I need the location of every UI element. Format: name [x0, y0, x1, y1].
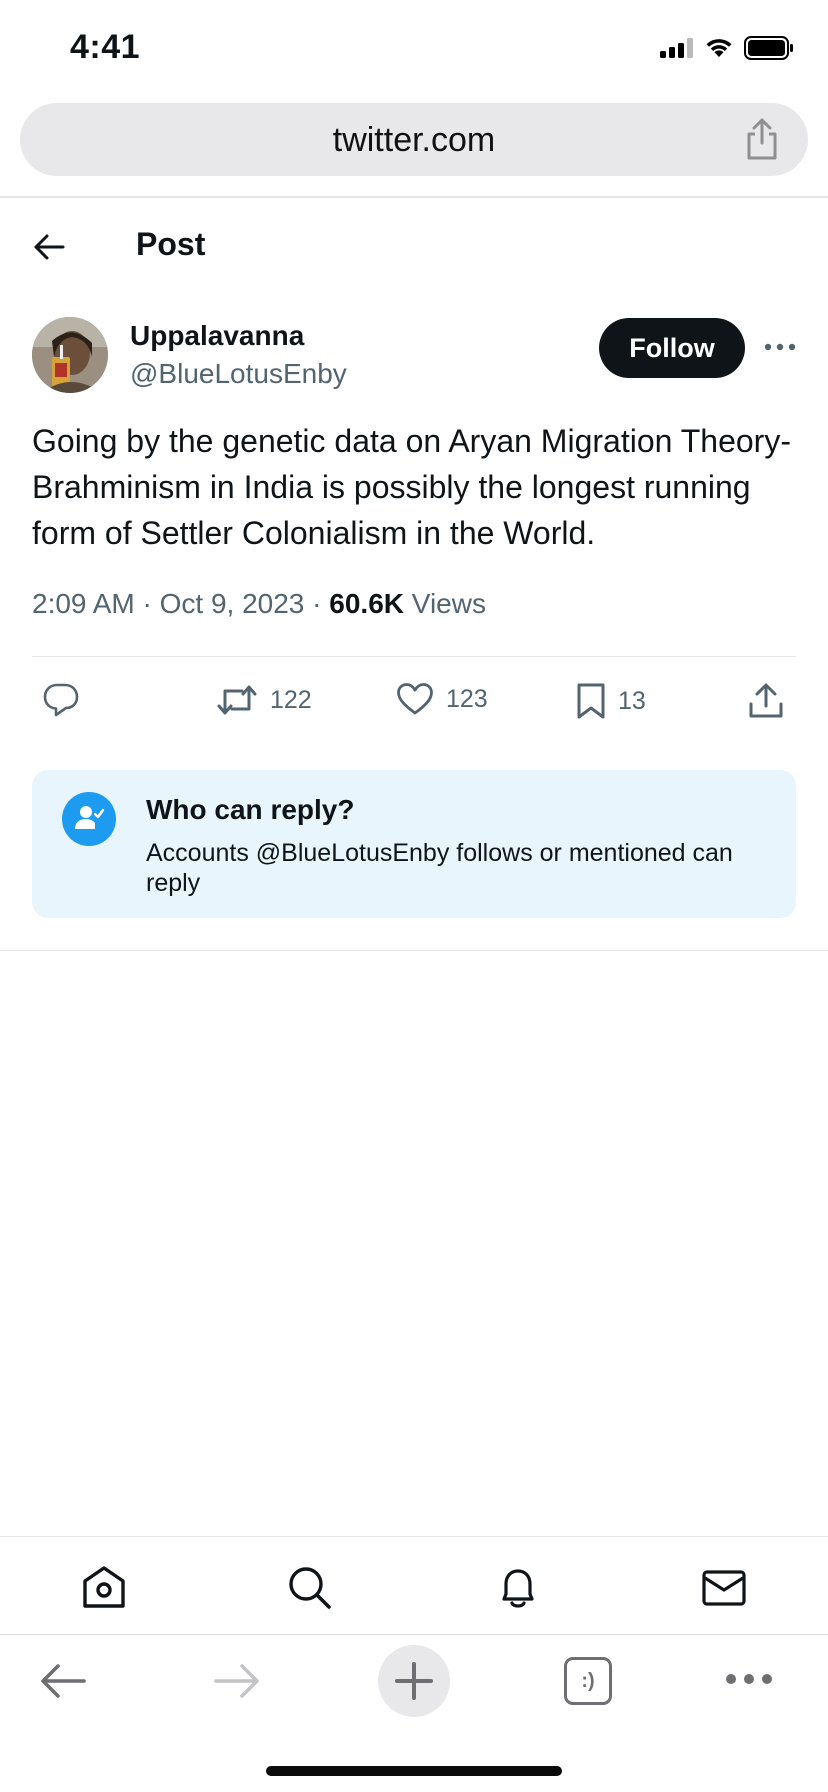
views-count: 60.6K — [329, 588, 404, 619]
back-arrow-icon[interactable] — [32, 230, 66, 264]
wifi-icon — [706, 39, 732, 57]
status-bar: 4:41 — [0, 0, 828, 96]
tweet-date[interactable]: Oct 9, 2023 — [160, 588, 305, 619]
back-icon[interactable] — [38, 1661, 88, 1701]
retweet-icon — [217, 685, 257, 715]
share-icon[interactable] — [742, 117, 782, 161]
status-icons — [660, 36, 794, 60]
forward-icon[interactable] — [212, 1661, 262, 1701]
app-tab-bar — [0, 1536, 828, 1634]
like-count: 123 — [446, 684, 488, 713]
bookmark-icon — [577, 683, 605, 719]
share-button[interactable] — [748, 682, 784, 720]
tweet-time[interactable]: 2:09 AM — [32, 588, 135, 619]
home-icon[interactable] — [80, 1563, 128, 1611]
avatar-image — [32, 317, 108, 393]
more-options-icon[interactable] — [762, 332, 798, 362]
home-indicator — [266, 1766, 562, 1776]
who-can-reply-box: Who can reply? Accounts @BlueLotusEnby f… — [32, 770, 796, 918]
bookmark-count: 13 — [618, 686, 646, 715]
bookmark-button[interactable]: 13 — [576, 682, 646, 720]
reply-settings-description: Accounts @BlueLotusEnby follows or menti… — [146, 839, 733, 897]
post-header: Post — [0, 198, 828, 294]
meta-separator: · — [142, 588, 152, 619]
divider — [0, 950, 828, 951]
status-time: 4:41 — [70, 28, 141, 66]
battery-icon — [744, 36, 793, 60]
reply-settings-title: Who can reply? — [146, 794, 355, 825]
tabs-icon[interactable]: :) — [564, 1657, 612, 1705]
follow-button[interactable]: Follow — [599, 318, 745, 378]
heart-icon — [397, 683, 433, 715]
tweet-meta: 2:09 AM · Oct 9, 2023 · 60.6K Views — [32, 588, 486, 620]
cellular-signal-icon — [660, 38, 693, 58]
plus-icon — [395, 1662, 433, 1700]
user-handle[interactable]: @BlueLotusEnby — [130, 358, 347, 390]
more-icon[interactable] — [724, 1671, 774, 1687]
like-button[interactable]: 123 — [396, 682, 488, 716]
divider — [32, 656, 796, 657]
avatar[interactable] — [32, 317, 108, 393]
new-tab-button[interactable] — [378, 1645, 450, 1717]
reply-icon — [43, 683, 79, 717]
mail-icon[interactable] — [700, 1563, 748, 1611]
user-check-icon — [62, 792, 116, 846]
tweet-actions: 122 123 13 — [0, 670, 828, 736]
meta-separator: · — [312, 588, 322, 619]
retweet-count: 122 — [270, 685, 312, 714]
url-bar[interactable]: twitter.com — [20, 103, 808, 176]
tweet-text: Going by the genetic data on Aryan Migra… — [32, 423, 791, 551]
bell-icon[interactable] — [494, 1563, 542, 1611]
display-name[interactable]: Uppalavanna — [130, 320, 304, 352]
reply-button[interactable] — [42, 682, 80, 718]
share-upload-icon — [749, 683, 783, 718]
search-icon[interactable] — [285, 1563, 333, 1611]
page-title: Post — [136, 226, 206, 262]
retweet-button[interactable]: 122 — [216, 682, 312, 718]
views-label: Views — [411, 588, 486, 619]
url-text[interactable]: twitter.com — [20, 121, 808, 160]
